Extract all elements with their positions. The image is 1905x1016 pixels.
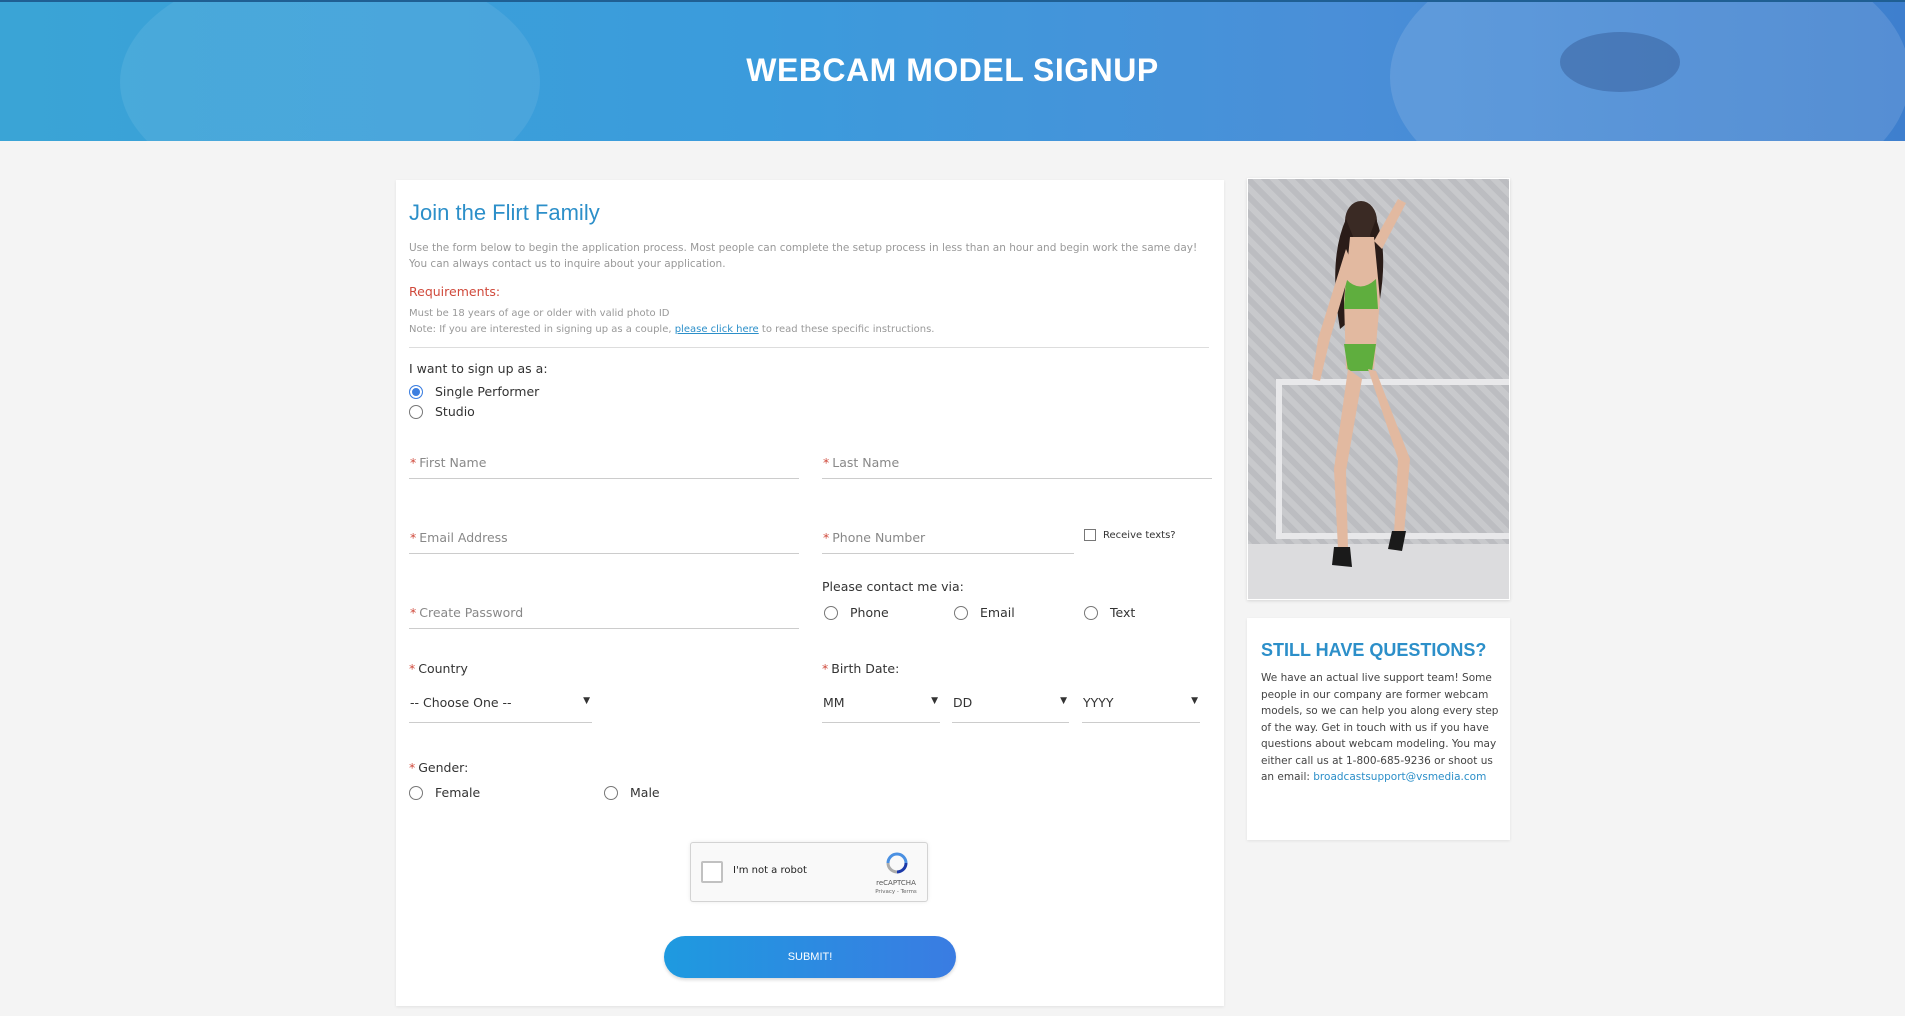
radio-label: Text — [1110, 605, 1136, 620]
password-label: * Create Password — [410, 605, 523, 620]
model-photo — [1248, 179, 1509, 599]
radio-label: Email — [980, 605, 1015, 620]
couple-note: Note: If you are interested in signing u… — [409, 324, 1209, 335]
dropdown-arrow-icon: ▼ — [1060, 696, 1067, 706]
last-name-field[interactable]: * Last Name — [822, 455, 1212, 479]
submit-button[interactable]: SUBMIT! — [664, 936, 956, 978]
contact-via-label: Please contact me via: — [822, 579, 964, 594]
gender-label: * Gender: — [409, 760, 468, 775]
recaptcha-label: I'm not a robot — [733, 865, 807, 876]
country-select-value: -- Choose One -- — [410, 695, 512, 710]
signup-form-card: Join the Flirt Family Use the form below… — [396, 180, 1224, 1006]
gender-label-text: Gender: — [418, 760, 469, 775]
radio-single-performer[interactable]: Single Performer — [409, 384, 539, 399]
couple-note-suffix: to read these specific instructions. — [758, 324, 935, 335]
password-field[interactable]: * Create Password — [409, 605, 799, 629]
birth-date-label-text: Birth Date: — [831, 661, 900, 676]
country-select[interactable]: -- Choose One -- ▼ — [409, 695, 592, 723]
questions-card: STILL HAVE QUESTIONS? We have an actual … — [1247, 618, 1510, 840]
birth-day-value: DD — [953, 695, 973, 710]
country-label-text: Country — [418, 661, 468, 676]
required-marker: * — [823, 455, 830, 470]
radio-label: Phone — [850, 605, 889, 620]
radio-unchecked-icon[interactable] — [954, 605, 968, 620]
birth-year-select[interactable]: YYYY ▼ — [1082, 695, 1200, 723]
email-field[interactable]: * Email Address — [409, 530, 799, 554]
divider — [409, 347, 1209, 348]
couple-instructions-link[interactable]: please click here — [675, 324, 759, 335]
birth-day-select[interactable]: DD ▼ — [952, 695, 1069, 723]
questions-title: STILL HAVE QUESTIONS? — [1261, 640, 1487, 660]
birth-year-value: YYYY — [1083, 695, 1114, 710]
radio-unchecked-icon[interactable] — [604, 785, 618, 800]
checkbox-icon[interactable] — [1084, 529, 1096, 541]
couple-note-prefix: Note: If you are interested in signing u… — [409, 324, 675, 335]
first-name-field[interactable]: * First Name — [409, 455, 799, 479]
dropdown-arrow-icon: ▼ — [1191, 696, 1198, 706]
dropdown-arrow-icon: ▼ — [931, 696, 938, 706]
requirements-title: Requirements: — [409, 284, 501, 299]
questions-body: We have an actual live support team! Som… — [1261, 670, 1501, 786]
recaptcha-terms[interactable]: Privacy - Terms — [874, 889, 918, 895]
radio-studio[interactable]: Studio — [409, 404, 475, 419]
support-email-link[interactable]: broadcastsupport@vsmedia.com — [1313, 771, 1486, 783]
contact-email-radio[interactable]: Email — [954, 605, 1015, 620]
radio-checked-icon[interactable] — [409, 384, 423, 399]
phone-field[interactable]: * Phone Number — [822, 530, 1074, 554]
receive-texts-label: Receive texts? — [1103, 529, 1176, 541]
last-name-label-text: Last Name — [832, 455, 900, 470]
required-marker: * — [409, 661, 416, 676]
gender-male-radio[interactable]: Male — [604, 785, 660, 800]
birth-month-value: MM — [823, 695, 845, 710]
radio-unchecked-icon[interactable] — [409, 785, 423, 800]
recaptcha-brand: reCAPTCHA — [876, 879, 916, 887]
phone-label: * Phone Number — [823, 530, 925, 545]
gender-female-radio[interactable]: Female — [409, 785, 480, 800]
phone-label-text: Phone Number — [832, 530, 926, 545]
requirement-age: Must be 18 years of age or older with va… — [409, 308, 670, 319]
page-title: WEBCAM MODEL SIGNUP — [746, 52, 1159, 88]
radio-label: Single Performer — [435, 384, 540, 399]
required-marker: * — [823, 530, 830, 545]
contact-phone-radio[interactable]: Phone — [824, 605, 889, 620]
contact-text-radio[interactable]: Text — [1084, 605, 1135, 620]
radio-unchecked-icon[interactable] — [824, 605, 838, 620]
radio-label: Studio — [435, 404, 475, 419]
birth-month-select[interactable]: MM ▼ — [822, 695, 940, 723]
email-label: * Email Address — [410, 530, 508, 545]
required-marker: * — [822, 661, 829, 676]
form-intro: Use the form below to begin the applicat… — [409, 242, 1198, 270]
recaptcha-widget: I'm not a robot reCAPTCHA Privacy - Term… — [690, 842, 928, 902]
birth-date-label: * Birth Date: — [822, 661, 899, 676]
first-name-label-text: First Name — [419, 455, 487, 470]
password-label-text: Create Password — [419, 605, 524, 620]
radio-label: Female — [435, 785, 481, 800]
required-marker: * — [410, 530, 417, 545]
required-marker: * — [410, 605, 417, 620]
dropdown-arrow-icon: ▼ — [583, 696, 590, 706]
header-banner: WEBCAM MODEL SIGNUP — [0, 0, 1905, 141]
form-title: Join the Flirt Family — [409, 200, 600, 225]
recaptcha-logo-icon — [886, 852, 908, 874]
country-label: * Country — [409, 661, 468, 676]
radio-unchecked-icon[interactable] — [1084, 605, 1098, 620]
email-label-text: Email Address — [419, 530, 508, 545]
questions-text: We have an actual live support team! Som… — [1261, 672, 1499, 783]
required-marker: * — [409, 760, 416, 775]
first-name-label: * First Name — [410, 455, 486, 470]
recaptcha-checkbox[interactable] — [701, 861, 723, 883]
radio-unchecked-icon[interactable] — [409, 404, 423, 419]
last-name-label: * Last Name — [823, 455, 899, 470]
receive-texts-checkbox[interactable]: Receive texts? — [1084, 529, 1176, 541]
required-marker: * — [410, 455, 417, 470]
signup-as-label: I want to sign up as a: — [409, 361, 548, 376]
radio-label: Male — [630, 785, 660, 800]
model-silhouette-icon — [1312, 199, 1410, 567]
model-photo-card — [1247, 178, 1510, 600]
